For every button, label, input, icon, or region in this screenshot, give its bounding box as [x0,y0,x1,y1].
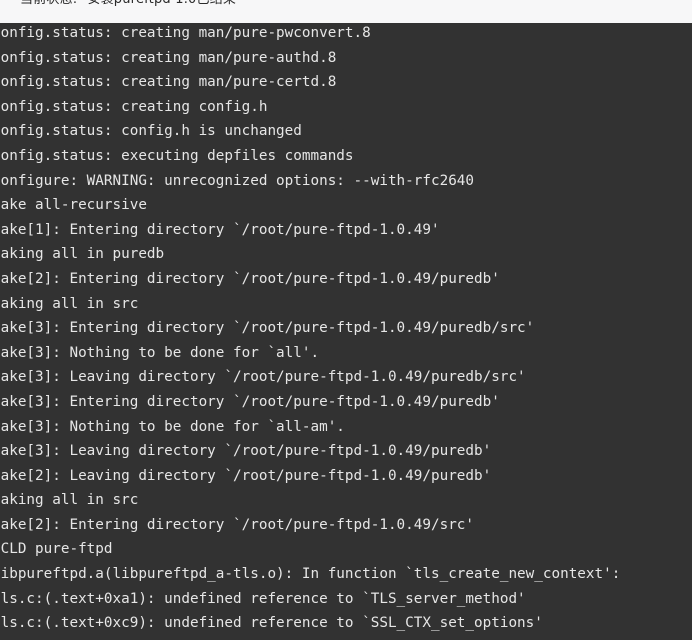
terminal-line: make[3]: Leaving directory `/root/pure-f… [0,443,492,460]
terminal-output-pane[interactable]: config.status: creating man/pure-pwconve… [0,23,692,640]
terminal-scroll-content: config.status: creating man/pure-pwconve… [0,23,692,640]
terminal-line: make[2]: Leaving directory `/root/pure-f… [0,467,492,484]
terminal-line: make[3]: Entering directory `/root/pure-… [0,393,500,410]
terminal-line: configure: WARNING: unrecognized options… [0,172,475,189]
terminal-line: config.status: creating config.h [0,98,268,115]
terminal-line: tls.c:(.text+0xc9): undefined reference … [0,615,543,632]
terminal-line: make[3]: Nothing to be done for `all-am'… [0,418,345,435]
terminal-line: tls.c:(.text+0xa1): undefined reference … [0,590,526,607]
terminal-line: config.status: config.h is unchanged [0,123,302,140]
terminal-line: make[2]: Entering directory `/root/pure-… [0,516,475,533]
terminal-line: Making all in src [0,295,139,312]
status-line: 当前状态: 安装pureftpd 1.0已结束 [20,0,236,9]
install-log-screen: 当前状态: 安装pureftpd 1.0已结束 config.status: cr… [0,0,692,640]
status-header: 当前状态: 安装pureftpd 1.0已结束 [0,0,692,23]
terminal-line: make[1]: Entering directory `/root/pure-… [0,221,440,238]
terminal-line: make[3]: Entering directory `/root/pure-… [0,320,535,337]
terminal-line: make[3]: Leaving directory `/root/pure-f… [0,369,526,386]
terminal-line: Making all in src [0,492,139,509]
terminal-line: config.status: creating man/pure-pwconve… [0,25,371,41]
terminal-line: config.status: creating man/pure-certd.8 [0,74,337,91]
status-value: 安装pureftpd 1.0已结束 [87,0,236,7]
terminal-line: CCLD pure-ftpd [0,541,113,558]
terminal-line: libpureftpd.a(libpureftpd_a-tls.o): In f… [0,566,621,583]
terminal-line: make[3]: Nothing to be done for `all'. [0,344,320,361]
terminal-line: make all-recursive [0,197,147,214]
status-label: 当前状态: [20,0,77,7]
terminal-line: tls.c:(.text+0xd6): undefined reference … [0,636,692,640]
terminal-line: Making all in puredb [0,246,165,263]
terminal-line: make[2]: Entering directory `/root/pure-… [0,270,500,287]
terminal-line: config.status: executing depfiles comman… [0,147,354,164]
terminal-line: config.status: creating man/pure-authd.8 [0,49,337,66]
